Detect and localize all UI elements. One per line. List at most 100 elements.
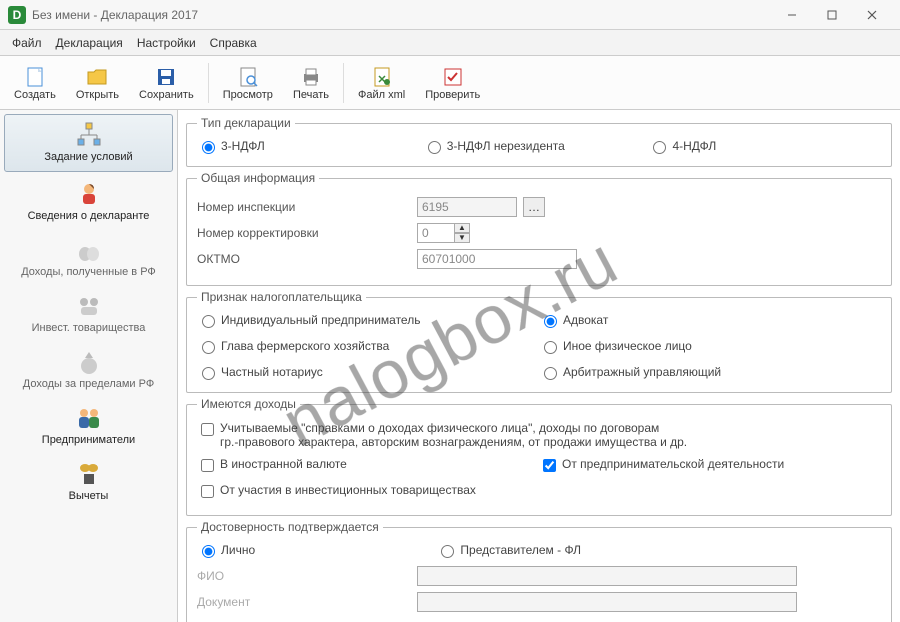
check-investment-partnerships[interactable]: От участия в инвестиционных товарищества… (197, 483, 881, 501)
sidebar-item-income-rf[interactable]: Доходы, полученные в РФ (0, 230, 177, 286)
radio-4ndfl-label: 4-НДФЛ (672, 139, 716, 153)
check-income-cert-text: Учитываемые "справками о доходах физичес… (220, 421, 687, 449)
toolbar-create-button[interactable]: Создать (4, 61, 66, 105)
toolbar-preview-button[interactable]: Просмотр (213, 61, 283, 105)
radio-personally[interactable]: Лично (197, 540, 436, 560)
radio-representative[interactable]: Представителем - ФЛ (436, 540, 846, 560)
window-maximize-button[interactable] (812, 1, 852, 29)
check-foreign-currency[interactable]: В иностранной валюте (197, 457, 539, 475)
menu-help[interactable]: Справка (210, 36, 257, 50)
window-titlebar: D Без имени - Декларация 2017 (0, 0, 900, 30)
radio-other-individual[interactable]: Иное физическое лицо (539, 336, 881, 356)
radio-arb-input[interactable] (544, 367, 557, 380)
sidebar-item-entrepreneurs[interactable]: Предприниматели (0, 398, 177, 454)
sidebar-item-conditions[interactable]: Задание условий (4, 114, 173, 172)
trust-legend: Достоверность подтверждается (197, 520, 383, 534)
toolbar-open-button[interactable]: Открыть (66, 61, 129, 105)
radio-personally-input[interactable] (202, 545, 215, 558)
menu-declaration[interactable]: Декларация (56, 36, 123, 50)
radio-3ndfl-nonres[interactable]: 3-НДФЛ нерезидента (423, 136, 649, 156)
radio-lawyer-label: Адвокат (563, 313, 608, 327)
radio-3ndfl[interactable]: 3-НДФЛ (197, 136, 423, 156)
correction-spin-up[interactable]: ▲ (454, 223, 470, 233)
toolbar-check-button[interactable]: Проверить (415, 61, 490, 105)
decl-type-group: Тип декларации 3-НДФЛ 3-НДФЛ нерезидента… (186, 116, 892, 167)
hierarchy-icon (75, 121, 103, 149)
radio-3ndfl-nonres-label: 3-НДФЛ нерезидента (447, 139, 565, 153)
sidebar-conditions-label: Задание условий (44, 151, 132, 163)
check-income-cert-l1: Учитываемые "справками о доходах физичес… (220, 421, 659, 435)
radio-other-input[interactable] (544, 341, 557, 354)
menu-settings[interactable]: Настройки (137, 36, 196, 50)
radio-rep-input[interactable] (441, 545, 454, 558)
toolbar-separator (208, 63, 209, 103)
toolbar-save-label: Сохранить (139, 89, 194, 101)
calculator-icon (75, 460, 103, 488)
toolbar-print-label: Печать (293, 89, 329, 101)
sidebar-item-income-abroad[interactable]: Доходы за пределами РФ (0, 342, 177, 398)
check-entrepreneurial[interactable]: От предпринимательской деятельности (539, 457, 881, 475)
radio-ie-label: Индивидуальный предприниматель (221, 313, 420, 327)
fio-input[interactable] (417, 566, 797, 586)
radio-4ndfl[interactable]: 4-НДФЛ (648, 136, 874, 156)
toolbar-create-label: Создать (14, 89, 56, 101)
check-entr-label: От предпринимательской деятельности (562, 457, 784, 471)
sidebar-invest-label: Инвест. товарищества (32, 322, 146, 334)
menu-file[interactable]: Файл (12, 36, 42, 50)
radio-arbitration-manager[interactable]: Арбитражный управляющий (539, 362, 881, 382)
radio-personally-label: Лично (221, 543, 255, 557)
check-income-cert-l2: гр.-правового характера, авторским возна… (220, 435, 687, 449)
handshake-icon (75, 292, 103, 320)
radio-3ndfl-nonres-input[interactable] (428, 141, 441, 154)
income-legend: Имеются доходы (197, 397, 300, 411)
radio-lawyer[interactable]: Адвокат (539, 310, 881, 330)
toolbar-print-button[interactable]: Печать (283, 61, 339, 105)
window-close-button[interactable] (852, 1, 892, 29)
inspection-lookup-button[interactable]: … (523, 197, 545, 217)
money-bags-icon (75, 236, 103, 264)
window-minimize-button[interactable] (772, 1, 812, 29)
toolbar-open-label: Открыть (76, 89, 119, 101)
inspection-input[interactable] (417, 197, 517, 217)
radio-ie-input[interactable] (202, 315, 215, 328)
oktmo-label: ОКТМО (197, 252, 417, 266)
check-income-certificates[interactable]: Учитываемые "справками о доходах физичес… (197, 421, 881, 449)
inspection-label: Номер инспекции (197, 200, 417, 214)
radio-farm-input[interactable] (202, 341, 215, 354)
sidebar-income-rf-label: Доходы, полученные в РФ (21, 266, 156, 278)
radio-rep-label: Представителем - ФЛ (460, 543, 581, 557)
sidebar-item-declarant[interactable]: Сведения о декларанте (0, 174, 177, 230)
radio-farm-head[interactable]: Глава фермерского хозяйства (197, 336, 539, 356)
toolbar-xml-button[interactable]: Файл xml (348, 61, 415, 105)
oktmo-input[interactable] (417, 249, 577, 269)
sidebar-entrepreneurs-label: Предприниматели (42, 434, 135, 446)
correction-label: Номер корректировки (197, 226, 417, 240)
radio-lawyer-input[interactable] (544, 315, 557, 328)
check-icon (441, 65, 465, 89)
minimize-icon (787, 10, 797, 20)
radio-individual-entrepreneur[interactable]: Индивидуальный предприниматель (197, 310, 539, 330)
money-bag-icon (75, 348, 103, 376)
check-foreign-input[interactable] (201, 459, 214, 472)
radio-arb-label: Арбитражный управляющий (563, 365, 721, 379)
check-invest-input[interactable] (201, 485, 214, 498)
correction-spin-down[interactable]: ▼ (454, 233, 470, 243)
sidebar-item-deductions[interactable]: Вычеты (0, 454, 177, 510)
toolbar-save-button[interactable]: Сохранить (129, 61, 204, 105)
sidebar-item-invest[interactable]: Инвест. товарищества (0, 286, 177, 342)
check-income-cert-input[interactable] (201, 423, 214, 436)
sidebar-deductions-label: Вычеты (69, 490, 109, 502)
radio-4ndfl-input[interactable] (653, 141, 666, 154)
decl-type-legend: Тип декларации (197, 116, 295, 130)
radio-private-notary[interactable]: Частный нотариус (197, 362, 539, 382)
maximize-icon (827, 10, 837, 20)
correction-input[interactable] (417, 223, 455, 243)
check-entr-input[interactable] (543, 459, 556, 472)
sidebar-income-abroad-label: Доходы за пределами РФ (23, 378, 154, 390)
radio-3ndfl-label: 3-НДФЛ (221, 139, 265, 153)
radio-notary-input[interactable] (202, 367, 215, 380)
radio-3ndfl-input[interactable] (202, 141, 215, 154)
check-invest-label: От участия в инвестиционных товарищества… (220, 483, 476, 497)
doc-input[interactable] (417, 592, 797, 612)
radio-farm-label: Глава фермерского хозяйства (221, 339, 389, 353)
